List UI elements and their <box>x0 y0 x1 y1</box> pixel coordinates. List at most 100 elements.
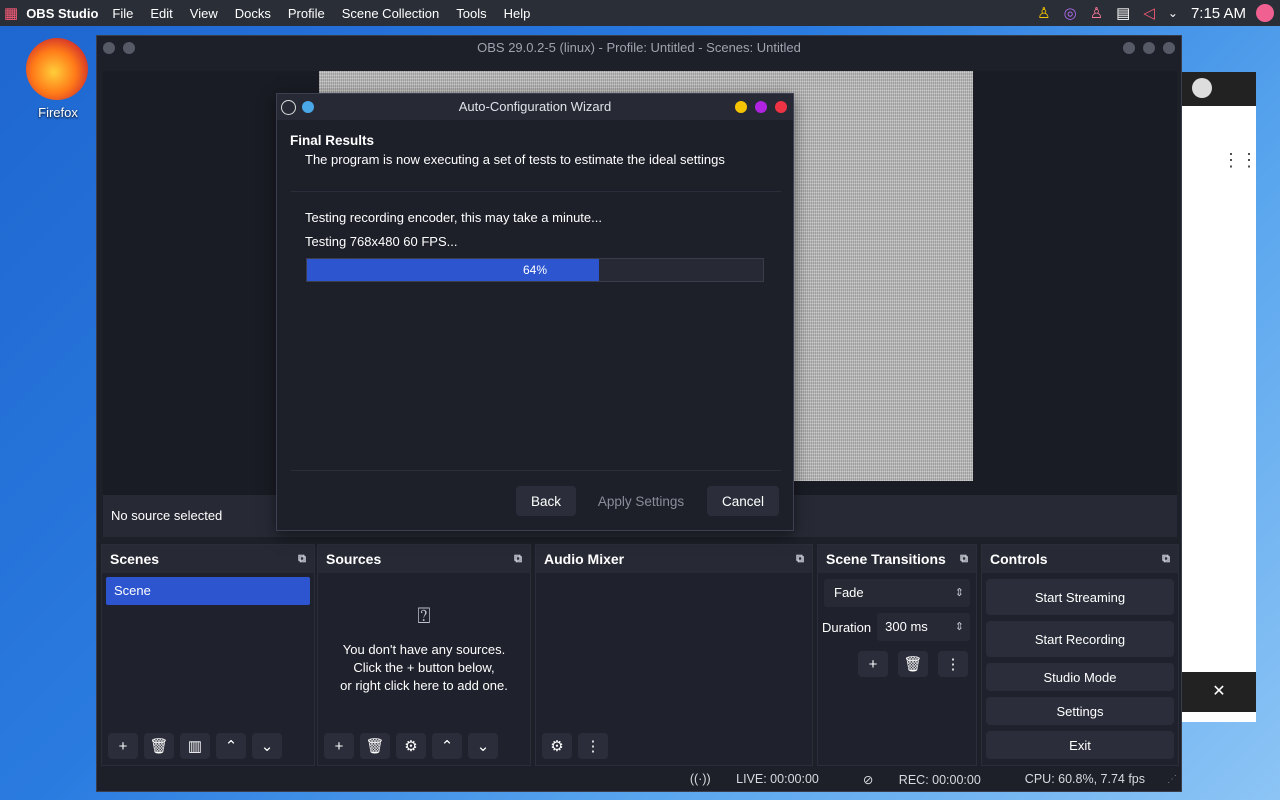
add-transition-button[interactable]: + <box>858 651 888 677</box>
plus-icon: + <box>334 737 344 755</box>
scene-transitions-dock: Scene Transitions ⧉ Fade ⇕ Duration 300 … <box>817 544 977 766</box>
app-grid-icon[interactable]: ▦ <box>4 4 18 22</box>
remove-scene-button[interactable]: 🗑 <box>144 733 174 759</box>
background-browser-window[interactable]: ⋮⋮ ✕ <box>1182 72 1258 722</box>
source-properties-button[interactable]: ⚙ <box>396 733 426 759</box>
divider <box>291 191 781 192</box>
test-status-line-2: Testing 768x480 60 FPS... <box>305 234 458 249</box>
sources-empty-line-3: or right click here to add one. <box>340 678 508 693</box>
add-source-button[interactable]: + <box>324 733 354 759</box>
audio-menu-button[interactable]: ⋮ <box>578 733 608 759</box>
obs-title-bar[interactable]: OBS 29.0.2-5 (linux) - Profile: Untitled… <box>97 36 1181 60</box>
move-source-up-button[interactable]: ⌃ <box>432 733 462 759</box>
progress-label: 64% <box>522 263 548 277</box>
question-icon: ⍰ <box>417 603 431 628</box>
float-dock-icon[interactable]: ⧉ <box>796 553 804 566</box>
menu-scene-collection[interactable]: Scene Collection <box>342 6 440 21</box>
controls-title: Controls <box>990 551 1048 567</box>
sources-title: Sources <box>326 551 382 567</box>
system-tray: ♙ ◎ ♙ ▤ ◁ ⌄ 7:15 AM <box>1037 0 1280 26</box>
scenes-title: Scenes <box>110 551 160 567</box>
apply-settings-button[interactable]: Apply Settings <box>589 486 693 516</box>
gear-icon: ⚙ <box>404 738 418 755</box>
close-button[interactable] <box>1163 42 1175 54</box>
start-recording-button[interactable]: Start Recording <box>986 621 1174 657</box>
studio-mode-button[interactable]: Studio Mode <box>986 663 1174 691</box>
obs-pin-button[interactable] <box>123 42 135 54</box>
rec-icon: ⊘ <box>862 772 877 787</box>
volume-muted-icon[interactable]: ◁ <box>1143 4 1155 22</box>
move-source-down-button[interactable]: ⌄ <box>468 733 498 759</box>
browser-apps-icon[interactable]: ⋮⋮ <box>1222 150 1258 171</box>
firefox-icon[interactable] <box>26 38 88 100</box>
minimize-button[interactable] <box>735 101 747 113</box>
rec-status: ⊘ REC: 00:00:00 <box>863 772 1003 787</box>
scene-filters-button[interactable]: ▥ <box>180 733 210 759</box>
broadcast-icon: ((·)) <box>689 772 715 786</box>
progress-bar: 64% <box>306 258 764 282</box>
browser-account-icon[interactable] <box>1192 78 1212 98</box>
float-dock-icon[interactable]: ⧉ <box>1162 553 1170 566</box>
chevron-down-icon: ⌄ <box>476 738 490 755</box>
transition-select[interactable]: Fade ⇕ <box>824 579 970 607</box>
move-scene-up-button[interactable]: ⌃ <box>216 733 246 759</box>
sources-dock[interactable]: Sources ⧉ ⍰ You don't have any sources. … <box>317 544 531 766</box>
exit-button[interactable]: Exit <box>986 731 1174 759</box>
start-streaming-button[interactable]: Start Streaming <box>986 579 1174 615</box>
trash-icon: 🗑 <box>903 656 923 673</box>
close-button[interactable] <box>775 101 787 113</box>
audio-mixer-dock-header: Audio Mixer ⧉ <box>536 545 812 573</box>
scene-item-label: Scene <box>114 583 151 598</box>
divider <box>291 470 781 471</box>
spin-arrows-icon[interactable]: ⇕ <box>955 613 964 641</box>
transition-menu-button[interactable]: ⋮ <box>938 651 968 677</box>
firefox-label[interactable]: Firefox <box>20 105 96 120</box>
move-scene-down-button[interactable]: ⌄ <box>252 733 282 759</box>
browser-close-icon[interactable]: ✕ <box>1182 672 1256 712</box>
menu-docks[interactable]: Docks <box>235 6 271 21</box>
account-icon[interactable]: ♙ <box>1090 4 1103 22</box>
chevron-down-icon[interactable]: ⌄ <box>1168 6 1178 20</box>
obs-tray-icon[interactable]: ◎ <box>1064 4 1077 22</box>
clipboard-icon[interactable]: ▤ <box>1116 4 1130 22</box>
app-name[interactable]: OBS Studio <box>26 6 98 21</box>
advanced-audio-button[interactable]: ⚙ <box>542 733 572 759</box>
clock[interactable]: 7:15 AM <box>1191 5 1246 22</box>
controls-dock-header: Controls ⧉ <box>982 545 1178 573</box>
float-dock-icon[interactable]: ⧉ <box>960 553 968 566</box>
duration-spinbox[interactable]: 300 ms ⇕ <box>877 613 970 641</box>
cancel-button[interactable]: Cancel <box>707 486 779 516</box>
resize-grip-icon[interactable]: ⋰ <box>1167 774 1177 785</box>
menu-file[interactable]: File <box>112 6 133 21</box>
wizard-title-bar[interactable]: Auto-Configuration Wizard <box>277 94 793 120</box>
maximize-button[interactable] <box>755 101 767 113</box>
settings-button[interactable]: Settings <box>986 697 1174 725</box>
remove-transition-button[interactable]: 🗑 <box>898 651 928 677</box>
controls-dock: Controls ⧉ Start Streaming Start Recordi… <box>981 544 1179 766</box>
minimize-button[interactable] <box>1123 42 1135 54</box>
audio-mixer-title: Audio Mixer <box>544 551 625 567</box>
audio-mixer-dock: Audio Mixer ⧉ ⚙ ⋮ <box>535 544 813 766</box>
float-dock-icon[interactable]: ⧉ <box>514 553 522 566</box>
menu-edit[interactable]: Edit <box>150 6 172 21</box>
plus-icon: + <box>868 655 878 673</box>
scenes-dock: Scenes ⧉ Scene + 🗑 ▥ ⌃ ⌄ <box>101 544 315 766</box>
remove-source-button[interactable]: 🗑 <box>360 733 390 759</box>
add-scene-button[interactable]: + <box>108 733 138 759</box>
user-icon[interactable]: ♙ <box>1037 4 1050 22</box>
menu-view[interactable]: View <box>190 6 218 21</box>
back-button[interactable]: Back <box>516 486 576 516</box>
pin-button[interactable] <box>302 101 314 113</box>
menu-tools[interactable]: Tools <box>456 6 486 21</box>
scene-list-item[interactable]: Scene <box>106 577 310 605</box>
live-timer: LIVE: 00:00:00 <box>736 772 819 786</box>
maximize-button[interactable] <box>1143 42 1155 54</box>
sources-empty-line-1: You don't have any sources. <box>342 642 506 657</box>
menu-help[interactable]: Help <box>504 6 531 21</box>
sources-empty-line-2: Click the + button below, <box>353 660 495 675</box>
chevron-up-icon: ⌃ <box>224 738 238 755</box>
menu-profile[interactable]: Profile <box>288 6 325 21</box>
avatar[interactable] <box>1256 4 1274 22</box>
float-dock-icon[interactable]: ⧉ <box>298 553 306 566</box>
kebab-menu-icon: ⋮ <box>945 656 961 673</box>
